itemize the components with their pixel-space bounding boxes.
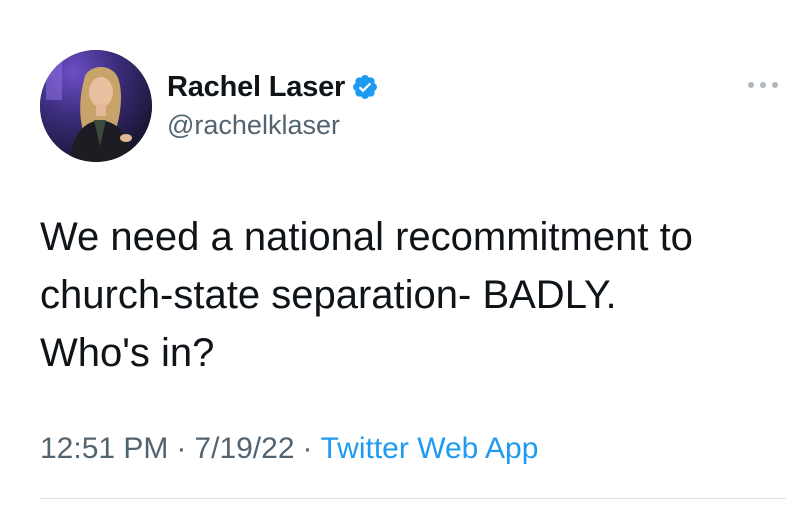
tweet-text-line: We need a national recommitment to (40, 215, 693, 259)
tweet-text-line: Who's in? (40, 331, 215, 375)
tweet-text: We need a national recommitment to churc… (40, 208, 780, 382)
author-handle[interactable]: @rachelklaser (167, 110, 340, 141)
author-name-row: Rachel Laser (167, 70, 379, 104)
tweet-date[interactable]: 7/19/22 (194, 432, 294, 466)
more-options-icon[interactable] (748, 76, 778, 94)
tweet-source-link[interactable]: Twitter Web App (321, 432, 539, 466)
author-avatar[interactable] (40, 50, 152, 162)
tweet-text-line: church-state separation- BADLY. (40, 273, 617, 317)
meta-separator: · (302, 432, 313, 465)
author-display-name[interactable]: Rachel Laser (167, 71, 345, 104)
more-dot (748, 82, 754, 88)
tweet-time[interactable]: 12:51 PM (40, 432, 168, 466)
avatar-image (40, 50, 152, 162)
tweet-card: Rachel Laser @rachelklaser We need a nat… (0, 0, 804, 510)
divider (40, 498, 786, 499)
meta-separator: · (176, 432, 187, 465)
more-dot (760, 82, 766, 88)
tweet-meta: 12:51 PM · 7/19/22 · Twitter Web App (40, 432, 538, 466)
verified-badge-icon (351, 73, 379, 101)
more-dot (772, 82, 778, 88)
